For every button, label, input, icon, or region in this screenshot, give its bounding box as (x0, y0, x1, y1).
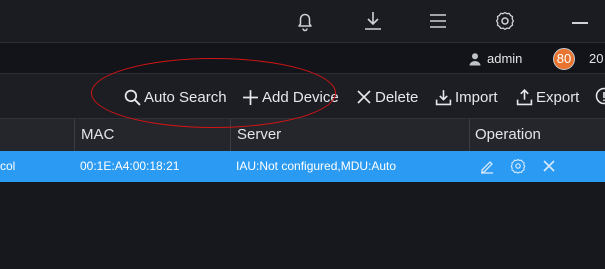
delete-label: Delete (375, 88, 419, 106)
close-icon (357, 90, 371, 104)
column-divider (469, 119, 470, 151)
import-button[interactable]: Import (435, 87, 498, 107)
table-row[interactable]: col 00:1E:A4:00:18:21 IAU:Not configured… (0, 151, 605, 182)
minimize-button[interactable] (572, 22, 588, 24)
notification-badge[interactable]: 80 (553, 48, 575, 70)
download-icon[interactable] (361, 9, 385, 33)
title-bar (0, 0, 605, 42)
annotation-ellipse (91, 58, 336, 128)
menu-icon[interactable] (426, 9, 450, 33)
settings-icon[interactable] (510, 158, 526, 174)
export-icon (516, 88, 533, 105)
delete-button[interactable]: Delete (356, 87, 418, 107)
user-icon (469, 53, 481, 66)
protocol-cell: col (0, 159, 16, 173)
edit-icon[interactable] (479, 158, 495, 174)
user-extra-text: 20 (589, 51, 604, 66)
import-label: Import (455, 88, 498, 106)
export-button[interactable]: Export (516, 87, 579, 107)
import-icon (435, 89, 452, 105)
gear-icon[interactable] (493, 9, 517, 33)
server-cell: IAU:Not configured,MDU:Auto (236, 159, 397, 173)
help-icon[interactable] (595, 87, 605, 105)
column-header-mac[interactable]: MAC (81, 119, 114, 151)
export-label: Export (536, 88, 580, 106)
mac-cell: 00:1E:A4:00:18:21 (80, 159, 180, 173)
column-header-operation: Operation (475, 126, 541, 143)
bell-icon[interactable] (293, 9, 317, 33)
device-table-header: MAC Server Operation (0, 118, 605, 151)
column-divider (74, 119, 75, 151)
username[interactable]: admin (487, 51, 522, 66)
delete-row-icon[interactable] (541, 158, 557, 174)
notification-count: 80 (556, 51, 572, 66)
